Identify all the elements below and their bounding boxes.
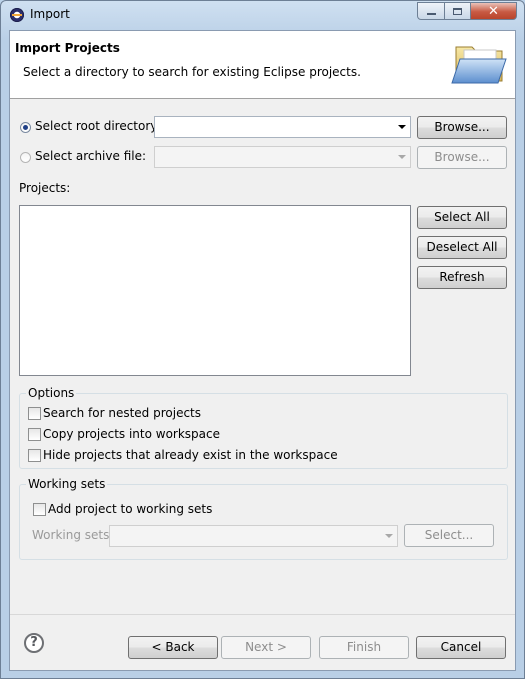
minimize-icon [426, 13, 436, 15]
deselect-all-button[interactable]: Deselect All [417, 236, 507, 259]
archive-file-radio[interactable] [20, 152, 31, 163]
hide-existing-label: Hide projects that already exist in the … [43, 448, 338, 462]
root-directory-label: Select root directory: [35, 119, 161, 133]
projects-list[interactable] [19, 205, 411, 376]
options-title: Options [26, 386, 77, 400]
copy-projects-checkbox[interactable] [28, 428, 41, 441]
cancel-button[interactable]: Cancel [416, 636, 506, 659]
open-folder-icon [451, 46, 507, 84]
title-bar: Import ✕ [1, 1, 524, 29]
select-working-sets-button[interactable]: Select... [404, 524, 494, 547]
finish-button[interactable]: Finish [319, 636, 409, 659]
working-sets-group [19, 484, 508, 560]
next-button[interactable]: Next > [221, 636, 311, 659]
projects-label: Projects: [19, 181, 71, 195]
working-sets-field-label: Working sets: [32, 528, 114, 542]
page-title: Import Projects [15, 41, 120, 55]
browse-directory-button[interactable]: Browse... [417, 116, 507, 139]
maximize-icon [453, 7, 462, 15]
working-sets-combo[interactable] [109, 525, 398, 547]
nested-projects-label: Search for nested projects [43, 406, 202, 420]
page-description: Select a directory to search for existin… [23, 65, 361, 79]
minimize-button[interactable] [417, 2, 445, 20]
dialog-body: Import Projects Select a directory to se… [9, 30, 516, 671]
hide-existing-checkbox[interactable] [28, 449, 41, 462]
select-all-button[interactable]: Select All [417, 206, 507, 229]
footer-separator [10, 614, 515, 615]
chevron-down-icon [385, 534, 393, 538]
window-title: Import [30, 7, 70, 21]
copy-projects-label: Copy projects into workspace [43, 427, 221, 441]
working-sets-title: Working sets [26, 477, 108, 491]
import-dialog: Import ✕ Import Projects Select a direct… [0, 0, 525, 679]
root-directory-combo[interactable] [154, 116, 411, 138]
help-icon[interactable]: ? [24, 633, 44, 653]
wizard-header: Import Projects Select a directory to se… [10, 31, 515, 99]
nested-projects-checkbox[interactable] [28, 407, 41, 420]
refresh-button[interactable]: Refresh [417, 266, 507, 289]
back-button[interactable]: < Back [128, 636, 218, 659]
maximize-button[interactable] [444, 2, 471, 20]
chevron-down-icon [398, 125, 406, 129]
archive-file-combo[interactable] [154, 146, 411, 168]
add-working-sets-checkbox[interactable] [33, 503, 46, 516]
browse-archive-button[interactable]: Browse... [417, 146, 507, 169]
archive-file-label: Select archive file: [35, 149, 147, 163]
root-directory-radio[interactable] [20, 122, 31, 133]
close-icon: ✕ [488, 3, 499, 19]
add-working-sets-label: Add project to working sets [48, 502, 213, 516]
close-button[interactable]: ✕ [470, 2, 517, 20]
eclipse-icon [10, 8, 24, 22]
chevron-down-icon [398, 155, 406, 159]
